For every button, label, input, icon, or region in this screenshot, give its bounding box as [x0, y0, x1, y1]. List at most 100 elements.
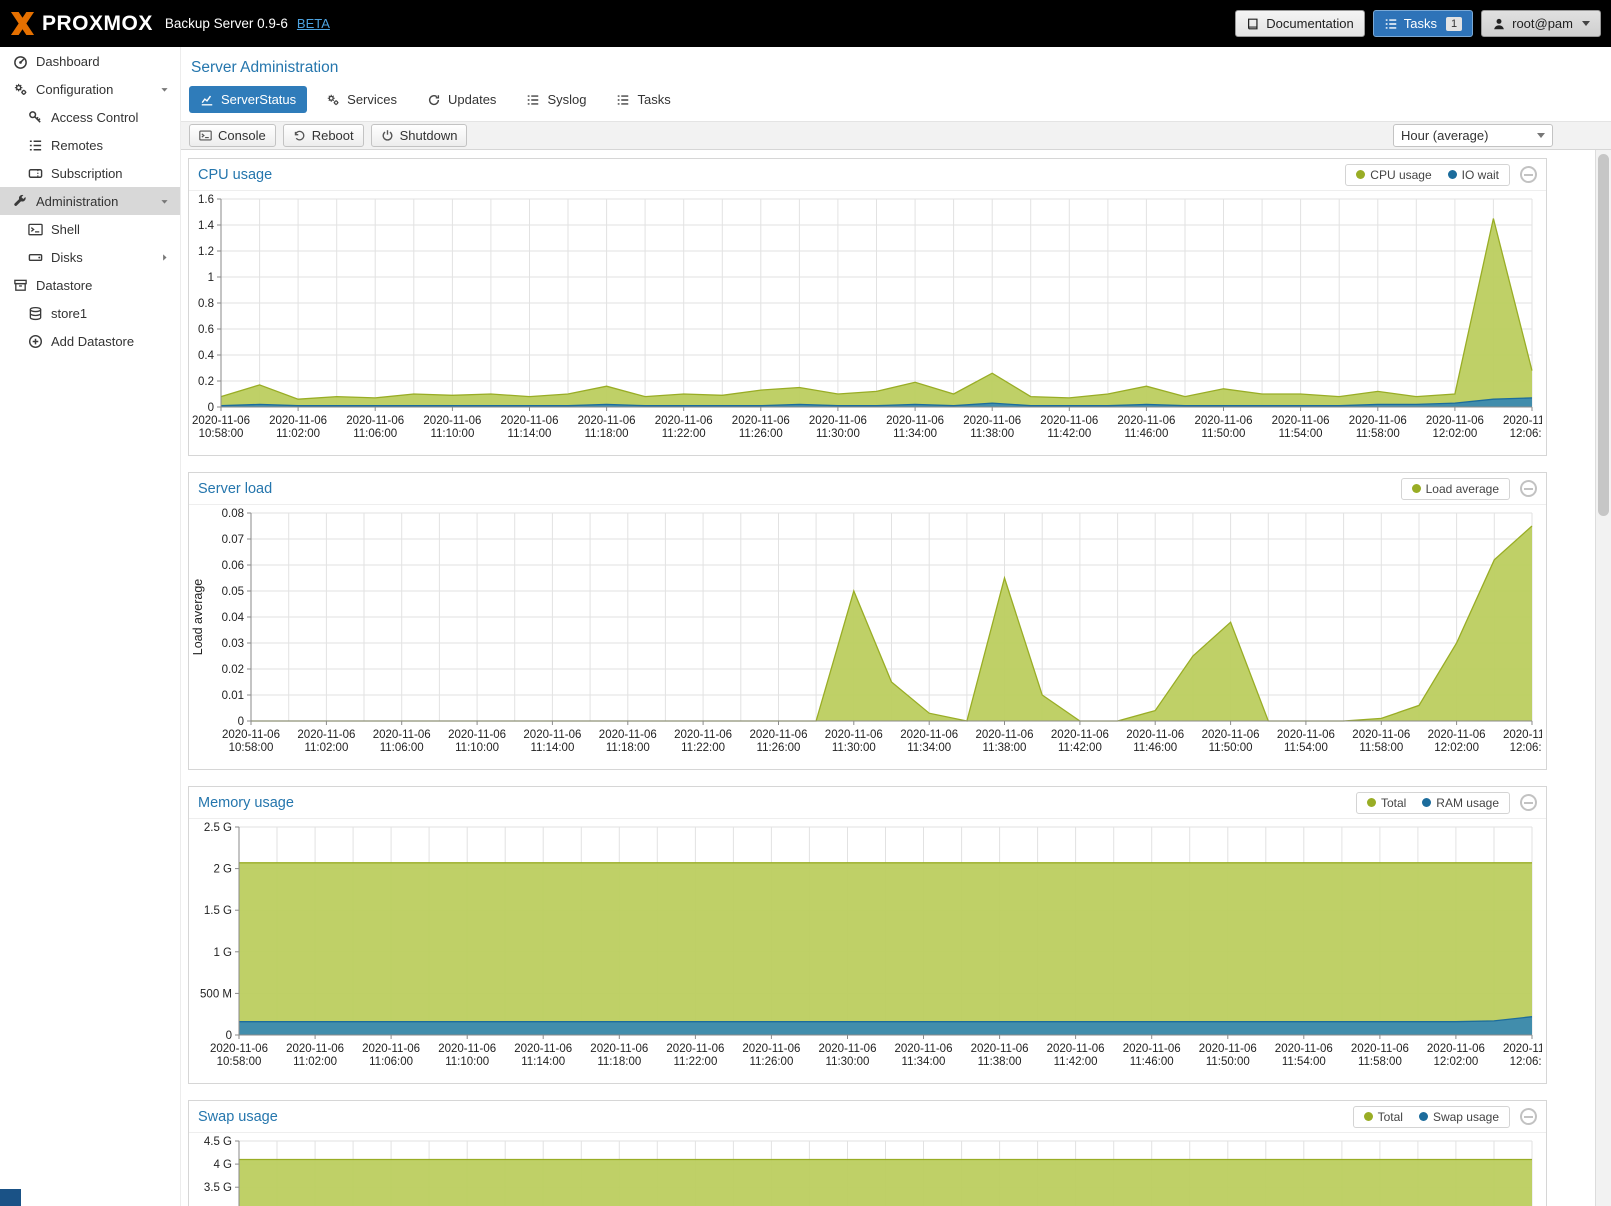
- svg-text:2020-11-06: 2020-11-06: [1427, 1043, 1485, 1055]
- scrollbar-thumb[interactable]: [1598, 154, 1609, 516]
- dashboard-icon: [13, 54, 28, 69]
- svg-text:11:54:00: 11:54:00: [1279, 428, 1323, 440]
- tab-syslog[interactable]: Syslog: [515, 86, 597, 113]
- tab-services[interactable]: Services: [315, 86, 408, 113]
- tab-serverstatus[interactable]: ServerStatus: [189, 86, 307, 113]
- sidebar-item-label: Add Datastore: [51, 334, 134, 349]
- sidebar-item-disks[interactable]: Disks: [0, 243, 180, 271]
- svg-text:2020-11-06: 2020-11-06: [523, 729, 581, 741]
- swap-usage-chart: 0500 M1 G1.5 G2 G2.5 G3 G3.5 G4 G4.5 G20…: [189, 1135, 1542, 1206]
- svg-text:11:06:00: 11:06:00: [369, 1056, 413, 1068]
- header-bar: PROXMOX Backup Server 0.9-6 BETA Documen…: [0, 0, 1611, 47]
- tab-label: Syslog: [547, 92, 586, 107]
- svg-text:2 G: 2 G: [213, 864, 232, 876]
- svg-text:11:58:00: 11:58:00: [1359, 742, 1403, 754]
- tasks-button[interactable]: Tasks 1: [1373, 10, 1473, 37]
- panel-memory-usage: Memory usage TotalRAM usage 0500 M1 G1.5…: [188, 786, 1547, 1084]
- gears-icon: [13, 82, 28, 97]
- legend-item: Swap usage: [1419, 1110, 1499, 1124]
- vertical-scrollbar[interactable]: [1595, 150, 1611, 1206]
- svg-text:2020-11-06: 2020-11-06: [900, 729, 958, 741]
- sidebar-item-access-control[interactable]: Access Control: [0, 103, 180, 131]
- chevron-down-icon[interactable]: [159, 84, 170, 95]
- collapse-icon[interactable]: [1520, 480, 1537, 497]
- sidebar-item-add-datastore[interactable]: Add Datastore: [0, 327, 180, 355]
- svg-text:0: 0: [226, 1030, 232, 1042]
- sidebar-item-dashboard[interactable]: Dashboard: [0, 47, 180, 75]
- console-label: Console: [218, 128, 266, 143]
- sidebar-item-subscription[interactable]: Subscription: [0, 159, 180, 187]
- page-title: Server Administration: [181, 47, 1611, 78]
- sidebar-item-remotes[interactable]: Remotes: [0, 131, 180, 159]
- chevron-down-icon[interactable]: [159, 196, 170, 207]
- chart-legend: TotalRAM usage: [1356, 792, 1510, 814]
- proxmox-x-icon: [10, 11, 35, 36]
- reboot-button[interactable]: Reboot: [283, 124, 364, 147]
- documentation-button[interactable]: Documentation: [1235, 10, 1364, 37]
- collapse-icon[interactable]: [1520, 794, 1537, 811]
- svg-text:2020-11-06: 2020-11-06: [578, 415, 636, 427]
- sidebar-item-datastore[interactable]: Datastore: [0, 271, 180, 299]
- sidebar-item-label: Configuration: [36, 82, 113, 97]
- server-load-chart: 00.010.020.030.040.050.060.070.082020-11…: [189, 507, 1542, 765]
- svg-text:2020-11-06: 2020-11-06: [423, 415, 481, 427]
- svg-text:0.02: 0.02: [222, 664, 244, 676]
- svg-text:2020-11-06: 2020-11-06: [1126, 729, 1184, 741]
- svg-text:10:58:00: 10:58:00: [217, 1056, 262, 1068]
- tab-updates[interactable]: Updates: [416, 86, 507, 113]
- shutdown-label: Shutdown: [400, 128, 458, 143]
- user-menu-button[interactable]: root@pam: [1481, 10, 1601, 37]
- svg-text:2020-11-06: 2020-11-06: [809, 415, 867, 427]
- chevron-right-icon[interactable]: [159, 252, 170, 263]
- sidebar-item-label: Datastore: [36, 278, 92, 293]
- svg-text:11:50:00: 11:50:00: [1209, 742, 1253, 754]
- tab-bar: ServerStatus Services Updates Syslog Tas…: [181, 78, 1611, 113]
- main-pane: Server Administration ServerStatus Servi…: [181, 47, 1611, 1206]
- sidebar-item-configuration[interactable]: Configuration: [0, 75, 180, 103]
- svg-text:11:10:00: 11:10:00: [445, 1056, 489, 1068]
- svg-text:2020-11-06: 2020-11-06: [438, 1043, 496, 1055]
- svg-text:2020-11-06: 2020-11-06: [886, 415, 944, 427]
- time-range-select[interactable]: Hour (average): [1393, 124, 1553, 147]
- legend-dot: [1422, 798, 1431, 807]
- svg-text:2020-11-06: 2020-11-06: [1428, 729, 1486, 741]
- svg-text:2020-11-06: 2020-11-06: [1351, 1043, 1409, 1055]
- svg-text:2020-11-06: 2020-11-06: [1275, 1043, 1333, 1055]
- svg-text:1.5 G: 1.5 G: [204, 905, 232, 917]
- database-icon: [28, 306, 43, 321]
- tasks-label: Tasks: [1404, 16, 1437, 31]
- documentation-label: Documentation: [1266, 16, 1353, 31]
- collapse-icon[interactable]: [1520, 1108, 1537, 1125]
- sidebar-item-store1[interactable]: store1: [0, 299, 180, 327]
- svg-text:2020-11-06: 2020-11-06: [362, 1043, 420, 1055]
- svg-text:2020-11-06: 2020-11-06: [1195, 415, 1253, 427]
- svg-text:2020-11-06: 2020-11-06: [590, 1043, 648, 1055]
- legend-item: IO wait: [1448, 168, 1499, 182]
- console-button[interactable]: Console: [189, 124, 276, 147]
- svg-text:2020-11-06: 2020-11-06: [599, 729, 657, 741]
- svg-text:3.5 G: 3.5 G: [204, 1182, 232, 1194]
- beta-link[interactable]: BETA: [297, 16, 330, 31]
- collapse-icon[interactable]: [1520, 166, 1537, 183]
- svg-text:11:46:00: 11:46:00: [1133, 742, 1177, 754]
- svg-text:2.5 G: 2.5 G: [204, 822, 232, 834]
- svg-text:11:42:00: 11:42:00: [1047, 428, 1091, 440]
- svg-text:10:58:00: 10:58:00: [229, 742, 274, 754]
- svg-text:2020-11-06: 2020-11-06: [1047, 1043, 1105, 1055]
- svg-text:2020-11-06: 2020-11-06: [825, 729, 883, 741]
- svg-text:2020-11-06: 2020-11-06: [971, 1043, 1029, 1055]
- ticket-icon: [28, 166, 43, 181]
- svg-text:10:58:00: 10:58:00: [199, 428, 244, 440]
- sidebar-item-shell[interactable]: Shell: [0, 215, 180, 243]
- svg-text:11:58:00: 11:58:00: [1358, 1056, 1402, 1068]
- svg-text:11:46:00: 11:46:00: [1124, 428, 1168, 440]
- tab-tasks[interactable]: Tasks: [605, 86, 681, 113]
- svg-text:11:42:00: 11:42:00: [1058, 742, 1102, 754]
- wrench-icon: [13, 194, 28, 209]
- book-icon: [1246, 17, 1260, 31]
- svg-text:2020-11-06: 2020-11-06: [1503, 1043, 1542, 1055]
- svg-text:11:26:00: 11:26:00: [749, 1056, 793, 1068]
- chart-legend: Load average: [1401, 478, 1510, 500]
- shutdown-button[interactable]: Shutdown: [371, 124, 468, 147]
- sidebar-item-administration[interactable]: Administration: [0, 187, 180, 215]
